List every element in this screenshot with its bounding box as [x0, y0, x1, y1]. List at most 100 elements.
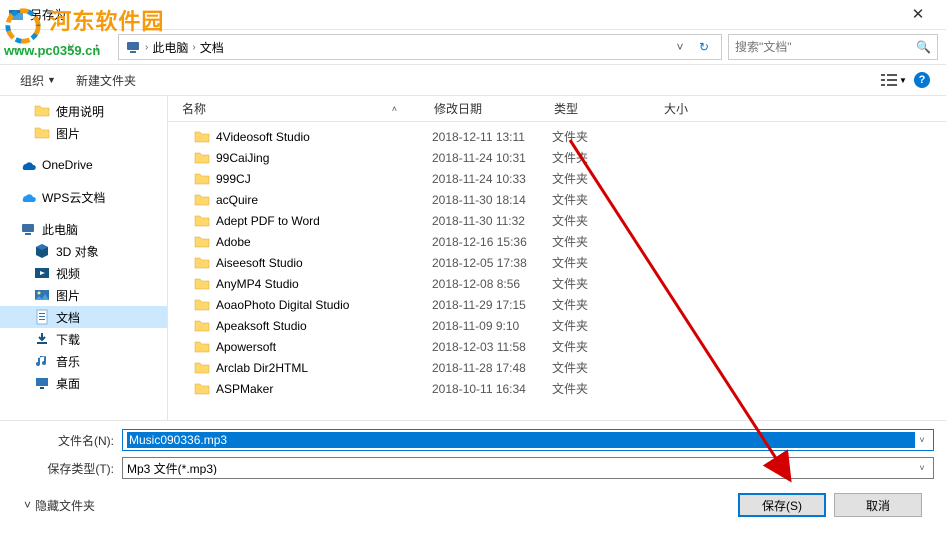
sidebar-item-10[interactable]: 图片	[0, 284, 167, 306]
table-row[interactable]: 4Videosoft Studio2018-12-11 13:11文件夹	[168, 126, 946, 147]
newfolder-button[interactable]: 新建文件夹	[66, 68, 146, 93]
file-type: 文件夹	[552, 170, 662, 187]
help-button[interactable]: ?	[908, 68, 936, 92]
file-type: 文件夹	[552, 338, 662, 355]
file-type: 文件夹	[552, 359, 662, 376]
sidebar-item-14[interactable]: 桌面	[0, 372, 167, 394]
bottom-panel: 文件名(N): ˅ 保存类型(T): ˅ ˅ 隐藏文件夹 保存(S) 取消	[0, 420, 946, 527]
up-button[interactable]: ↑	[86, 36, 108, 58]
table-row[interactable]: Apowersoft2018-12-03 11:58文件夹	[168, 336, 946, 357]
file-date: 2018-11-09 9:10	[432, 319, 552, 333]
table-row[interactable]: Aiseesoft Studio2018-12-05 17:38文件夹	[168, 252, 946, 273]
file-name: 999CJ	[216, 172, 432, 186]
file-date: 2018-11-28 17:48	[432, 361, 552, 375]
pc-icon	[125, 39, 141, 55]
sidebar-item-7[interactable]: 此电脑	[0, 218, 167, 240]
hide-folders-button[interactable]: ˅ 隐藏文件夹	[24, 497, 95, 514]
chevron-down-icon: ▼	[47, 75, 56, 85]
table-row[interactable]: ASPMaker2018-10-11 16:34文件夹	[168, 378, 946, 399]
col-type[interactable]: 类型	[546, 96, 656, 121]
file-name: Arclab Dir2HTML	[216, 361, 432, 375]
sidebar-item-13[interactable]: 音乐	[0, 350, 167, 372]
chevron-right-icon: ›	[192, 42, 195, 53]
back-button[interactable]: ←	[8, 36, 30, 58]
table-row[interactable]: acQuire2018-11-30 18:14文件夹	[168, 189, 946, 210]
crumb-seg2[interactable]: 文档	[200, 39, 224, 56]
file-date: 2018-12-08 8:56	[432, 277, 552, 291]
sidebar-item-5[interactable]: WPS云文档	[0, 186, 167, 208]
chevron-down-icon: ▼	[899, 76, 907, 85]
address-dropdown[interactable]: ˅	[671, 40, 689, 54]
filename-input[interactable]	[127, 432, 915, 448]
chevron-right-icon: ›	[145, 42, 148, 53]
save-button[interactable]: 保存(S)	[738, 493, 826, 517]
table-row[interactable]: Adept PDF to Word2018-11-30 11:32文件夹	[168, 210, 946, 231]
view-button[interactable]: ▼	[880, 68, 908, 92]
forward-button[interactable]: →	[34, 36, 56, 58]
table-row[interactable]: AnyMP4 Studio2018-12-08 8:56文件夹	[168, 273, 946, 294]
history-dropdown[interactable]: ˅	[60, 36, 82, 58]
sort-indicator: ˄	[392, 104, 397, 114]
filename-dropdown[interactable]: ˅	[915, 435, 929, 445]
sidebar-item-11[interactable]: 文档	[0, 306, 167, 328]
file-name: 99CaiJing	[216, 151, 432, 165]
file-date: 2018-12-11 13:11	[432, 130, 552, 144]
column-headers: 名称 ˄ 修改日期 类型 大小	[168, 96, 946, 122]
file-pane: 名称˄ 修改日期 类型 大小 4Videosoft Studio2018-12-…	[168, 96, 946, 420]
app-icon	[8, 7, 24, 23]
sidebar[interactable]: 使用说明图片OneDriveWPS云文档此电脑3D 对象视频图片文档下载音乐桌面	[0, 96, 168, 420]
file-type: 文件夹	[552, 212, 662, 229]
file-type: 文件夹	[552, 317, 662, 334]
sidebar-item-label: 此电脑	[42, 221, 78, 238]
file-type: 文件夹	[552, 296, 662, 313]
file-name: Aiseesoft Studio	[216, 256, 432, 270]
file-date: 2018-11-29 17:15	[432, 298, 552, 312]
close-button[interactable]: ✕	[898, 1, 938, 29]
table-row[interactable]: 999CJ2018-11-24 10:33文件夹	[168, 168, 946, 189]
search-icon[interactable]: 🔍	[916, 40, 931, 54]
search-input[interactable]	[735, 40, 916, 54]
col-name-label: 名称	[182, 100, 206, 117]
file-date: 2018-12-05 17:38	[432, 256, 552, 270]
table-row[interactable]: Apeaksoft Studio2018-11-09 9:10文件夹	[168, 315, 946, 336]
search-field[interactable]: 🔍	[728, 34, 938, 60]
sidebar-item-3[interactable]: OneDrive	[0, 154, 167, 176]
sidebar-item-label: 3D 对象	[56, 243, 99, 260]
sidebar-item-label: 桌面	[56, 375, 80, 392]
help-icon: ?	[914, 72, 930, 88]
table-row[interactable]: AoaoPhoto Digital Studio2018-11-29 17:15…	[168, 294, 946, 315]
col-name[interactable]: 名称 ˄	[168, 96, 426, 121]
crumb-seg1[interactable]: 此电脑	[152, 39, 188, 56]
sidebar-item-9[interactable]: 视频	[0, 262, 167, 284]
col-size[interactable]: 大小	[656, 96, 746, 121]
file-list[interactable]: 4Videosoft Studio2018-12-11 13:11文件夹99Ca…	[168, 122, 946, 420]
table-row[interactable]: Arclab Dir2HTML2018-11-28 17:48文件夹	[168, 357, 946, 378]
cancel-button[interactable]: 取消	[834, 493, 922, 517]
table-row[interactable]: Adobe2018-12-16 15:36文件夹	[168, 231, 946, 252]
file-type: 文件夹	[552, 191, 662, 208]
file-name: AoaoPhoto Digital Studio	[216, 298, 432, 312]
file-name: 4Videosoft Studio	[216, 130, 432, 144]
sidebar-item-12[interactable]: 下载	[0, 328, 167, 350]
organize-button[interactable]: 组织▼	[10, 68, 66, 93]
address-bar: ← → ˅ ↑ › 此电脑 › 文档 ˅ ↻ 🔍	[0, 30, 946, 64]
sidebar-item-label: 图片	[56, 287, 80, 304]
table-row[interactable]: 99CaiJing2018-11-24 10:31文件夹	[168, 147, 946, 168]
file-date: 2018-11-24 10:33	[432, 172, 552, 186]
sidebar-item-label: 音乐	[56, 353, 80, 370]
filetype-field[interactable]: ˅	[122, 457, 934, 479]
window-title: 另存为	[30, 6, 898, 23]
file-name: Adobe	[216, 235, 432, 249]
refresh-button[interactable]: ↻	[693, 40, 715, 54]
col-date[interactable]: 修改日期	[426, 96, 546, 121]
sidebar-item-label: OneDrive	[42, 158, 93, 172]
sidebar-item-8[interactable]: 3D 对象	[0, 240, 167, 262]
file-name: Apowersoft	[216, 340, 432, 354]
sidebar-item-0[interactable]: 使用说明	[0, 100, 167, 122]
filetype-input[interactable]	[127, 461, 915, 475]
breadcrumb[interactable]: › 此电脑 › 文档 ˅ ↻	[118, 34, 722, 60]
filetype-dropdown[interactable]: ˅	[915, 463, 929, 473]
sidebar-item-1[interactable]: 图片	[0, 122, 167, 144]
sidebar-item-label: 文档	[56, 309, 80, 326]
filename-field[interactable]: ˅	[122, 429, 934, 451]
